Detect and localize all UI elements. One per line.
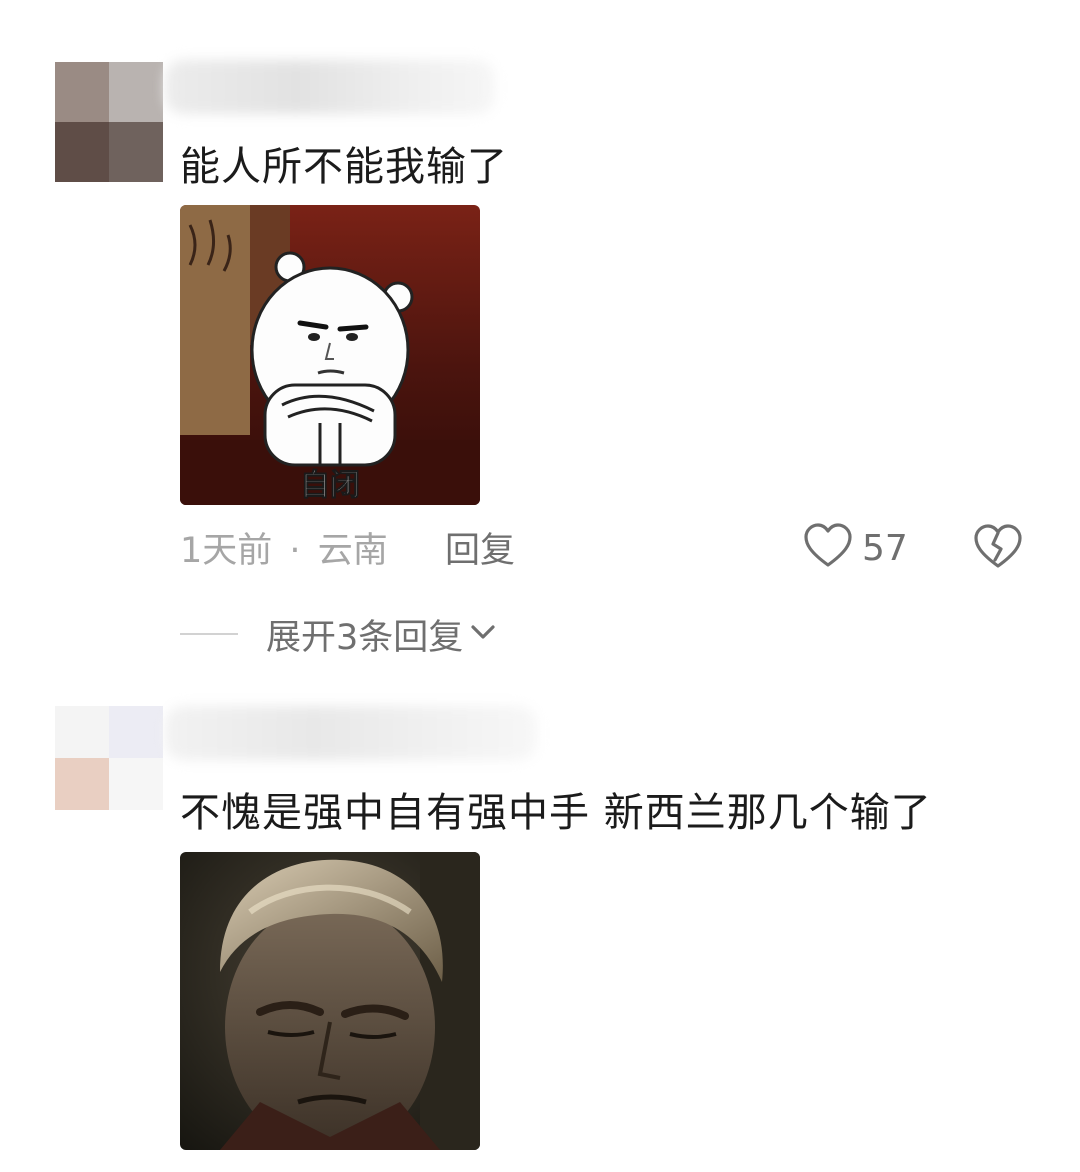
chevron-down-icon [469, 622, 497, 646]
reaction-image[interactable] [180, 852, 480, 1150]
sticker-caption: 自闭 [300, 468, 360, 503]
comment-time: 1天前 [180, 531, 273, 571]
avatar[interactable] [55, 706, 163, 810]
panda-meme-sticker: 自闭 [180, 205, 480, 505]
sticker-image[interactable]: 自闭 [180, 205, 480, 505]
broken-heart-icon [974, 524, 1022, 574]
username-redacted[interactable] [165, 706, 537, 760]
expand-replies[interactable]: 展开3条回复 [180, 608, 497, 660]
comment-text: 能人所不能我输了 [180, 144, 508, 190]
man-portrait-image [180, 852, 480, 1150]
comment-location: 云南 [317, 531, 388, 571]
dislike-button[interactable] [974, 524, 1022, 572]
comment-text: 不愧是强中自有强中手 新西兰那几个输了 [180, 790, 932, 836]
expand-replies-label[interactable]: 展开3条回复 [266, 609, 463, 660]
heart-outline-icon [804, 523, 852, 573]
avatar[interactable] [55, 62, 163, 182]
username-redacted[interactable] [165, 60, 495, 114]
meta-separator: · [289, 531, 301, 571]
reply-button[interactable]: 回复 [445, 522, 515, 573]
like-count: 57 [862, 527, 908, 569]
divider [180, 633, 238, 635]
comment-list: 能人所不能我输了 自闭 1天前 · 云南 回复 57 展开3条回复 不愧是强中自… [0, 0, 1080, 1172]
comment-meta: 1天前 · 云南 [180, 522, 388, 573]
like-button[interactable]: 57 [804, 523, 908, 573]
